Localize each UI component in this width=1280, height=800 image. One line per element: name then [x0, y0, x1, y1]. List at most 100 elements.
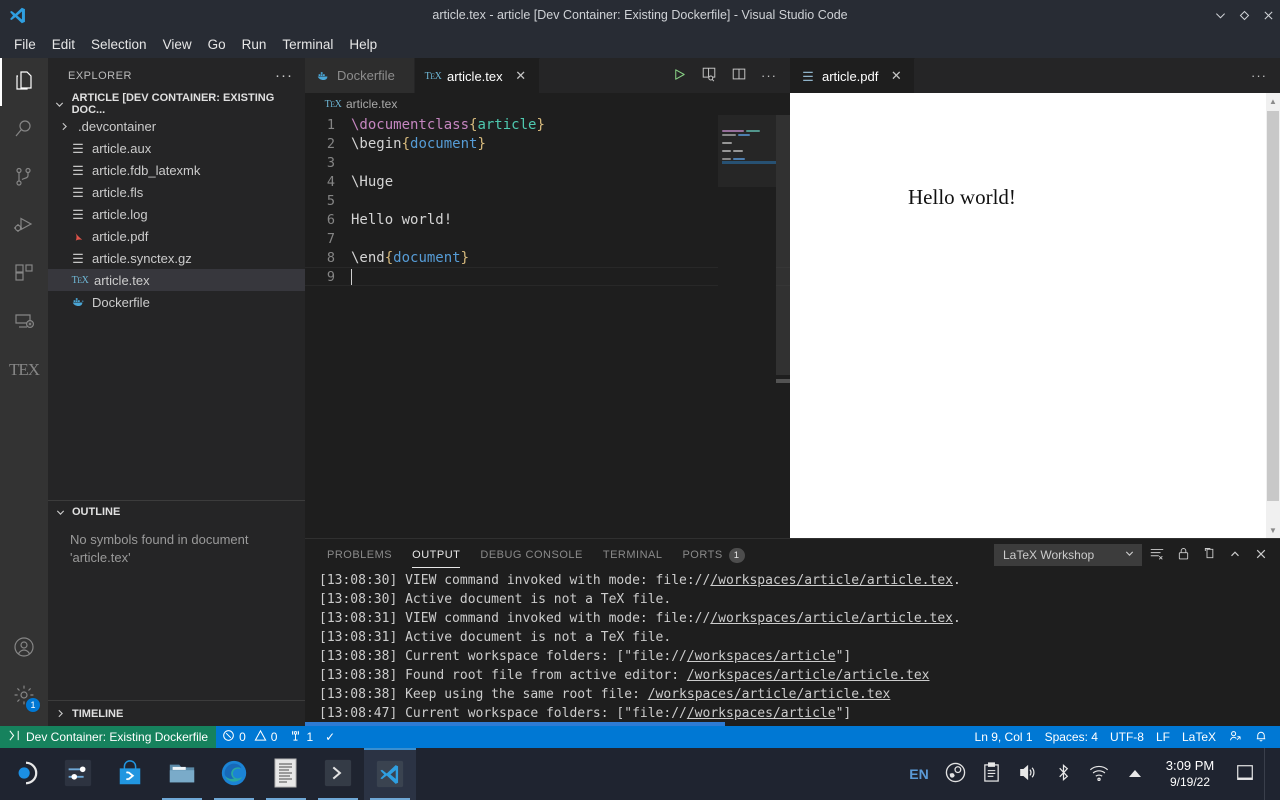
close-button[interactable] [1256, 0, 1280, 30]
turn-auto-scrolling-off-button[interactable] [1172, 544, 1194, 566]
microsoft-store-button[interactable] [104, 748, 156, 800]
explorer-root-header[interactable]: ARTICLE [DEV CONTAINER: EXISTING DOC... [48, 92, 305, 116]
pdf-more-actions-button[interactable]: ··· [1246, 63, 1272, 89]
volume-tray-icon[interactable] [1010, 748, 1044, 800]
open-output-in-editor-button[interactable] [1198, 544, 1220, 566]
activitybar-item-accounts[interactable] [0, 624, 48, 672]
activitybar-item-search[interactable] [0, 106, 48, 154]
minimap-slider[interactable] [718, 115, 776, 187]
tab-dockerfile[interactable]: Dockerfile [305, 58, 415, 93]
status-problems[interactable]: 0 0 [216, 726, 283, 748]
output-link[interactable]: /workspaces/article/article.tex [710, 611, 953, 626]
tree-item-article-pdf[interactable]: article.pdf [48, 225, 305, 247]
activitybar-item-source-control[interactable] [0, 154, 48, 202]
terminal-button[interactable] [312, 748, 364, 800]
ellipsis-icon[interactable]: ··· [271, 67, 297, 84]
build-latex-project-button[interactable] [666, 63, 692, 89]
outline-header[interactable]: OUTLINE [48, 501, 305, 523]
pdf-scrollbar-thumb[interactable] [1267, 111, 1279, 501]
code-editor[interactable]: 1 \documentclass{article} 2 \begin{document… [305, 115, 790, 538]
synctex-view-button[interactable] [696, 63, 722, 89]
settings-taskbar-button[interactable] [52, 748, 104, 800]
show-hidden-icons-button[interactable] [1118, 748, 1152, 800]
vscode-taskbar-button[interactable] [364, 748, 416, 800]
minimap[interactable] [718, 115, 776, 538]
tab-output[interactable]: OUTPUT [402, 539, 470, 571]
start-button[interactable] [0, 748, 52, 800]
output-channel-select[interactable]: LaTeX Workshop [994, 544, 1142, 566]
editor-scrollbar-thumb[interactable] [776, 115, 790, 375]
minimize-button[interactable] [1208, 0, 1232, 30]
output-link[interactable]: /workspaces/article/article.tex [648, 687, 891, 702]
timeline-header[interactable]: TIMELINE [48, 703, 123, 725]
activitybar-item-manage-settings[interactable]: 1 [0, 672, 48, 720]
status-language-mode[interactable]: LaTeX [1176, 726, 1222, 748]
tab-problems[interactable]: PROBLEMS [317, 539, 402, 571]
notification-center-button[interactable] [1228, 748, 1262, 800]
editor-scrollbar[interactable] [776, 115, 790, 538]
clock[interactable]: 3:09 PM 9/19/22 [1154, 758, 1226, 790]
tree-item-article-synctex-gz[interactable]: ☰ article.synctex.gz [48, 247, 305, 269]
more-actions-button[interactable]: ··· [756, 63, 782, 89]
steam-tray-icon[interactable] [938, 748, 972, 800]
menu-selection[interactable]: Selection [83, 34, 155, 55]
clear-output-button[interactable] [1146, 544, 1168, 566]
maximize-panel-button[interactable] [1224, 544, 1246, 566]
activitybar-item-remote-explorer[interactable] [0, 298, 48, 346]
menu-file[interactable]: File [6, 34, 44, 55]
pdf-viewer[interactable]: Hello world! ▲ ▼ [790, 93, 1280, 538]
tab-terminal[interactable]: TERMINAL [593, 539, 673, 571]
tree-item-article-aux[interactable]: ☰ article.aux [48, 137, 305, 159]
status-notifications[interactable] [1248, 726, 1274, 748]
split-editor-right-button[interactable] [726, 63, 752, 89]
tab-article-tex[interactable]: TEX article.tex ✕ [415, 58, 540, 93]
show-desktop-button[interactable] [1264, 748, 1276, 800]
menu-edit[interactable]: Edit [44, 34, 83, 55]
tree-item-devcontainer[interactable]: .devcontainer [48, 115, 305, 137]
status-indentation[interactable]: Spaces: 4 [1039, 726, 1104, 748]
close-icon[interactable]: ✕ [888, 68, 904, 84]
scroll-up-arrow-icon[interactable]: ▲ [1266, 93, 1280, 109]
status-ports[interactable]: 1 [283, 726, 319, 748]
activitybar-item-explorer[interactable] [0, 58, 48, 106]
tree-item-dockerfile[interactable]: Dockerfile [48, 291, 305, 313]
status-encoding[interactable]: UTF-8 [1104, 726, 1150, 748]
clipboard-tray-icon[interactable] [974, 748, 1008, 800]
output-link[interactable]: /workspaces/article [687, 649, 836, 664]
menu-run[interactable]: Run [234, 34, 275, 55]
status-eol[interactable]: LF [1150, 726, 1176, 748]
status-cursor-position[interactable]: Ln 9, Col 1 [969, 726, 1039, 748]
menu-go[interactable]: Go [200, 34, 234, 55]
tree-item-article-tex[interactable]: TEX article.tex [48, 269, 305, 291]
bluetooth-tray-icon[interactable] [1046, 748, 1080, 800]
output-content[interactable]: [13:08:30] VIEW command invoked with mod… [305, 571, 1280, 726]
output-link[interactable]: /workspaces/article [687, 706, 836, 721]
activitybar-item-extensions[interactable] [0, 250, 48, 298]
close-icon[interactable]: ✕ [513, 68, 529, 84]
activitybar-item-latex-workshop[interactable]: TEX [0, 346, 48, 394]
menu-help[interactable]: Help [341, 34, 385, 55]
tree-item-article-fls[interactable]: ☰ article.fls [48, 181, 305, 203]
activitybar-item-run-debug[interactable] [0, 202, 48, 250]
microsoft-edge-button[interactable] [208, 748, 260, 800]
status-live-share[interactable] [1222, 726, 1248, 748]
output-link[interactable]: /workspaces/article/article.tex [710, 573, 953, 588]
language-indicator[interactable]: EN [902, 748, 936, 800]
close-panel-button[interactable] [1250, 544, 1272, 566]
tab-article-pdf[interactable]: ☰ article.pdf ✕ [790, 58, 916, 93]
menu-view[interactable]: View [155, 34, 200, 55]
menu-terminal[interactable]: Terminal [274, 34, 341, 55]
notepad-button[interactable] [260, 748, 312, 800]
tab-ports[interactable]: PORTS 1 [672, 539, 754, 571]
tab-debug-console[interactable]: DEBUG CONSOLE [470, 539, 592, 571]
scroll-down-arrow-icon[interactable]: ▼ [1266, 522, 1280, 538]
status-remote-indicator[interactable]: Dev Container: Existing Dockerfile [0, 726, 217, 748]
output-link[interactable]: /workspaces/article/article.tex [687, 668, 930, 683]
pdf-scrollbar[interactable]: ▲ ▼ [1266, 93, 1280, 538]
tree-item-article-log[interactable]: ☰ article.log [48, 203, 305, 225]
file-explorer-button[interactable] [156, 748, 208, 800]
tree-item-article-fdb-latexmk[interactable]: ☰ article.fdb_latexmk [48, 159, 305, 181]
breadcrumb[interactable]: TEX article.tex [305, 93, 790, 115]
network-tray-icon[interactable] [1082, 748, 1116, 800]
status-latex-check[interactable]: ✓ [319, 726, 341, 748]
